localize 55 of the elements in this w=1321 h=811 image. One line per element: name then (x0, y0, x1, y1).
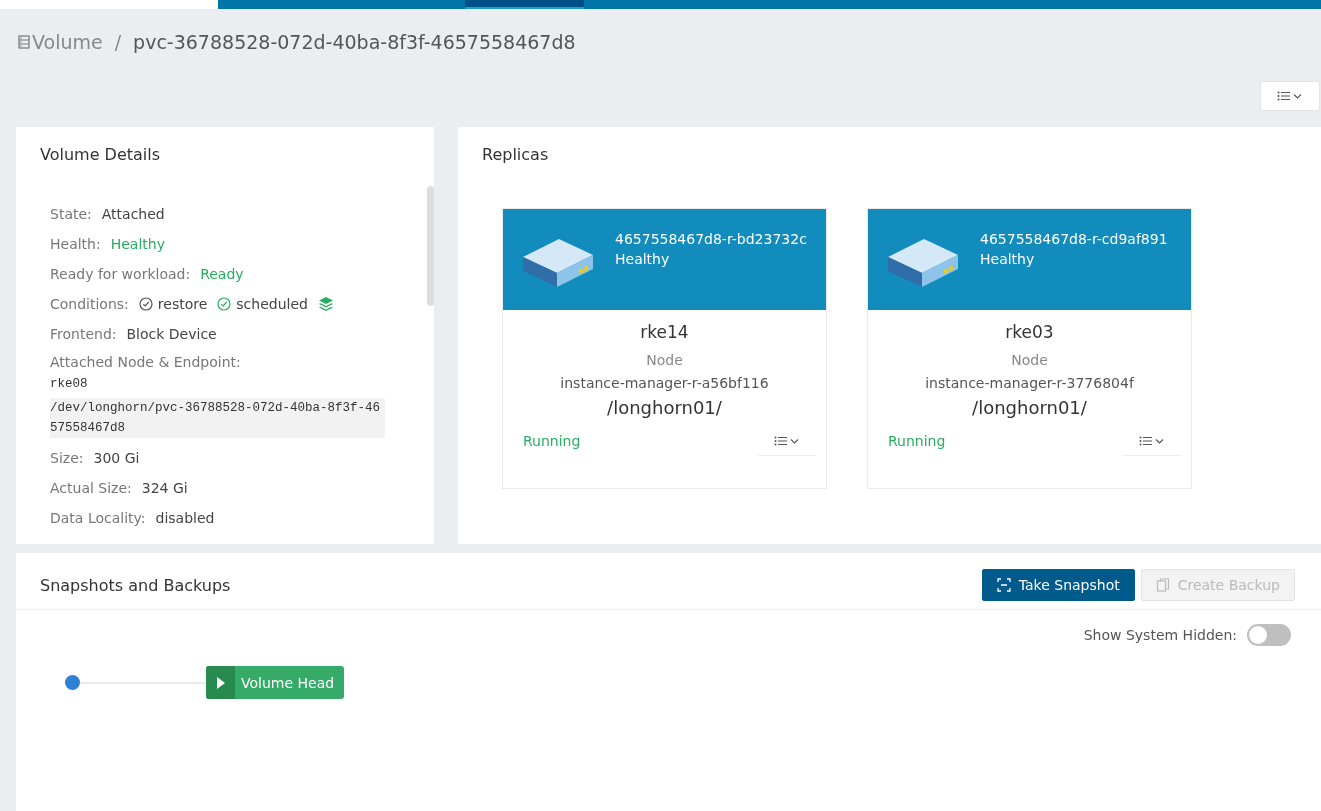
field-value: Block Device (126, 326, 217, 342)
field-label: Health: (50, 236, 101, 252)
replica-state: Running (888, 433, 946, 449)
field-label: Size: (50, 450, 84, 466)
field-value: Healthy (110, 236, 165, 252)
toggle-label: Show System Hidden: (1083, 627, 1237, 643)
volume-name: pvc-36788528-072d-40ba-8f3f-4657558467d8 (133, 31, 576, 53)
endpoint-path: /dev/longhorn/pvc-36788528-072d-40ba-8f3f-4657558467d8 (50, 398, 385, 438)
disk-path: /longhorn01/ (607, 397, 722, 418)
volume-head-button[interactable]: Volume Head (206, 666, 345, 699)
replica-name: 4657558467d8-r-cd9af891 (980, 231, 1168, 247)
breadcrumb-separator: / (114, 31, 122, 53)
condition-name: scheduled (236, 296, 308, 312)
replica-health: Healthy (980, 251, 1036, 267)
instance-manager: instance-manager-r-3776804f (925, 375, 1134, 391)
node-label: Node (1011, 352, 1048, 368)
server-icon (18, 35, 30, 49)
scrollbar[interactable] (427, 186, 434, 306)
node-name: rke14 (640, 322, 689, 342)
breadcrumb-link[interactable]: Volume (32, 31, 103, 53)
actions-menu-button[interactable] (1260, 81, 1320, 111)
disk-path: /longhorn01/ (972, 397, 1087, 418)
field-value: Ready (200, 266, 244, 282)
copy-icon (1155, 578, 1170, 592)
toggle-switch[interactable] (1247, 624, 1291, 646)
layers-icon[interactable] (317, 296, 334, 312)
take-snapshot-button[interactable]: Take Snapshot (981, 569, 1135, 601)
list-caret-icon (1277, 91, 1303, 101)
field-label: Attached Node & Endpoint: (50, 354, 242, 370)
field-value: 324 Gi (141, 480, 188, 496)
field-label: Ready for workload: (50, 266, 191, 282)
timeline-node (65, 675, 80, 690)
field-label: Frontend: (50, 326, 117, 342)
field-label: Data Locality: (50, 510, 146, 526)
play-icon (215, 675, 226, 690)
field-value: disabled (155, 510, 215, 526)
node-name: rke08 (50, 376, 89, 393)
node-name: rke03 (1005, 322, 1054, 342)
field-value: 300 Gi (93, 450, 140, 466)
card-title: Replicas (482, 145, 550, 164)
replica-name: 4657558467d8-r-bd23732c (615, 231, 807, 247)
list-caret-icon (1139, 435, 1165, 446)
instance-manager: instance-manager-r-a56bf116 (560, 375, 769, 391)
list-caret-icon (774, 435, 800, 446)
replica-health: Healthy (615, 251, 671, 267)
field-label: Actual Size: (50, 480, 132, 496)
node-label: Node (646, 352, 683, 368)
card-title: Snapshots and Backups (40, 575, 231, 595)
frame-icon (996, 578, 1011, 592)
field-label: Conditions: (50, 296, 129, 312)
field-value: Attached (101, 206, 165, 222)
replica-state: Running (523, 433, 581, 449)
condition-name: restore (157, 296, 208, 312)
field-label: State: (50, 206, 92, 222)
card-title: Volume Details (40, 145, 162, 164)
